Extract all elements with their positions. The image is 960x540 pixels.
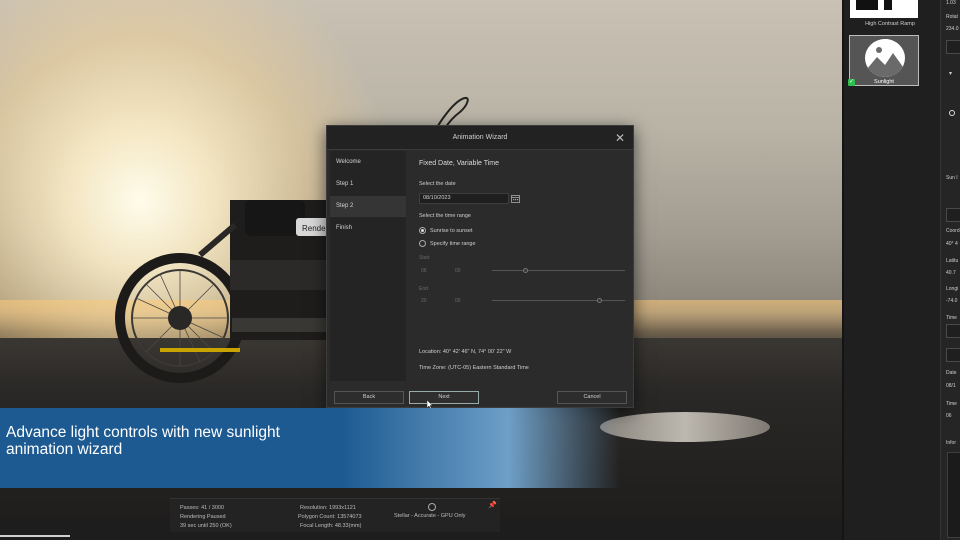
time-label: Time: [946, 315, 957, 321]
info-label: Infor: [946, 440, 957, 446]
end-hour[interactable]: 20: [421, 298, 427, 304]
select-date-label: Select the date: [419, 181, 456, 187]
expand-chevron-icon[interactable]: ▾: [949, 70, 952, 77]
rendering-state: Rendering Paused: [180, 514, 226, 520]
start-time-slider[interactable]: [492, 268, 625, 273]
slider-knob-icon[interactable]: [949, 110, 955, 116]
radio-specify-time-range[interactable]: [419, 240, 426, 247]
end-slider-knob[interactable]: [597, 298, 602, 303]
start-label: Start: [419, 255, 430, 261]
radio-specify-label: Specify time range: [430, 241, 476, 247]
latitude-label: Latitu: [946, 258, 959, 264]
info-box: [947, 452, 960, 538]
date-label: Date: [946, 370, 957, 376]
wizard-content: Fixed Date, Variable Time Select the dat…: [419, 160, 629, 385]
sunlight-label: Sunlight: [874, 79, 894, 85]
end-minute[interactable]: 00: [455, 298, 461, 304]
animation-wizard-dialog: Animation Wizard ✕ Welcome Step 1 Step 2…: [326, 125, 634, 408]
step-1[interactable]: Step 1: [330, 174, 406, 195]
step-welcome[interactable]: Welcome: [330, 152, 406, 173]
rotate-label: Rotat: [946, 14, 958, 20]
sunlight-thumbnail[interactable]: Sunlight: [849, 35, 919, 86]
time-zone-text: Time Zone: (UTC-05) Eastern Standard Tim…: [419, 365, 529, 371]
radio-sunrise-label: Sunrise to sunset: [430, 228, 473, 234]
sun-field[interactable]: [946, 208, 960, 222]
time2-label: Time: [946, 401, 957, 407]
cancel-button[interactable]: Cancel: [557, 391, 627, 404]
passes-text: Passes: 41 / 3000: [180, 505, 225, 511]
latitude-value: 40.7: [946, 270, 956, 276]
polygon-count-text: Polygon Count: 13574073: [298, 514, 362, 520]
focal-length-text: Focal Length: 48.33(mm): [300, 523, 362, 529]
top-value: 1.03: [946, 0, 956, 6]
start-hour[interactable]: 06: [421, 268, 427, 274]
render-status-bar: Passes: 41 / 3000 Rendering Paused 39 se…: [170, 498, 500, 532]
high-contrast-ramp-thumbnail[interactable]: [850, 0, 918, 18]
resolution-text: Resolution: 1993x1121: [300, 505, 356, 511]
longitude-value: -74.0: [946, 298, 958, 304]
coord-label: Coord: [946, 228, 960, 234]
step-finish[interactable]: Finish: [330, 218, 406, 239]
pin-icon[interactable]: 📌: [488, 501, 497, 509]
date-value: 08/1: [946, 383, 956, 389]
rotate-value: 234.0: [946, 26, 959, 32]
time-field[interactable]: [946, 324, 960, 338]
start-minute[interactable]: 00: [455, 268, 461, 274]
end-time-slider[interactable]: [492, 298, 625, 303]
banner-line-1: Advance light controls with new sunlight: [6, 424, 280, 441]
radio-sunrise-to-sunset[interactable]: [419, 227, 426, 234]
progress-indicator: [0, 535, 70, 537]
end-label: End: [419, 286, 428, 292]
calendar-icon[interactable]: [511, 194, 520, 203]
time-remaining: 39 sec until 250 (OK): [180, 523, 232, 529]
location-text: Location: 40° 42' 46" N, 74° 00' 22" W: [419, 349, 512, 355]
render-tag-text: Render: [302, 224, 329, 233]
time2-value: 06: [946, 413, 952, 419]
start-slider-knob[interactable]: [523, 268, 528, 273]
rotate-field[interactable]: [946, 40, 960, 54]
selected-check-icon: ✓: [848, 79, 855, 86]
sunlight-icon: [865, 39, 905, 77]
render-mode-text: Stellar - Accurate - GPU Only: [394, 513, 466, 519]
step-2[interactable]: Step 2: [330, 196, 406, 217]
longitude-label: Longi: [946, 286, 959, 292]
pause-icon[interactable]: [428, 503, 436, 511]
time-field-2[interactable]: [946, 348, 960, 362]
coord-value: 40° 4: [946, 241, 958, 247]
sun-label: Sun I: [946, 175, 958, 181]
dialog-title: Animation Wizard: [327, 126, 633, 150]
banner-line-2: animation wizard: [6, 441, 123, 458]
banner-text: Advance light controls with new sunlight…: [6, 424, 406, 458]
environment-library-panel: High Contrast Ramp Sunlight ✓: [842, 0, 940, 540]
high-contrast-ramp-label: High Contrast Ramp: [865, 21, 915, 27]
back-button[interactable]: Back: [334, 391, 404, 404]
wizard-steps: Welcome Step 1 Step 2 Finish: [330, 151, 406, 381]
close-icon[interactable]: ✕: [613, 131, 627, 145]
next-button[interactable]: Next: [409, 391, 479, 404]
section-heading: Fixed Date, Variable Time: [419, 160, 500, 167]
date-input[interactable]: 08/10/2023: [419, 193, 509, 204]
time-range-label: Select the time range: [419, 213, 471, 219]
promo-banner: Advance light controls with new sunlight…: [0, 408, 620, 488]
